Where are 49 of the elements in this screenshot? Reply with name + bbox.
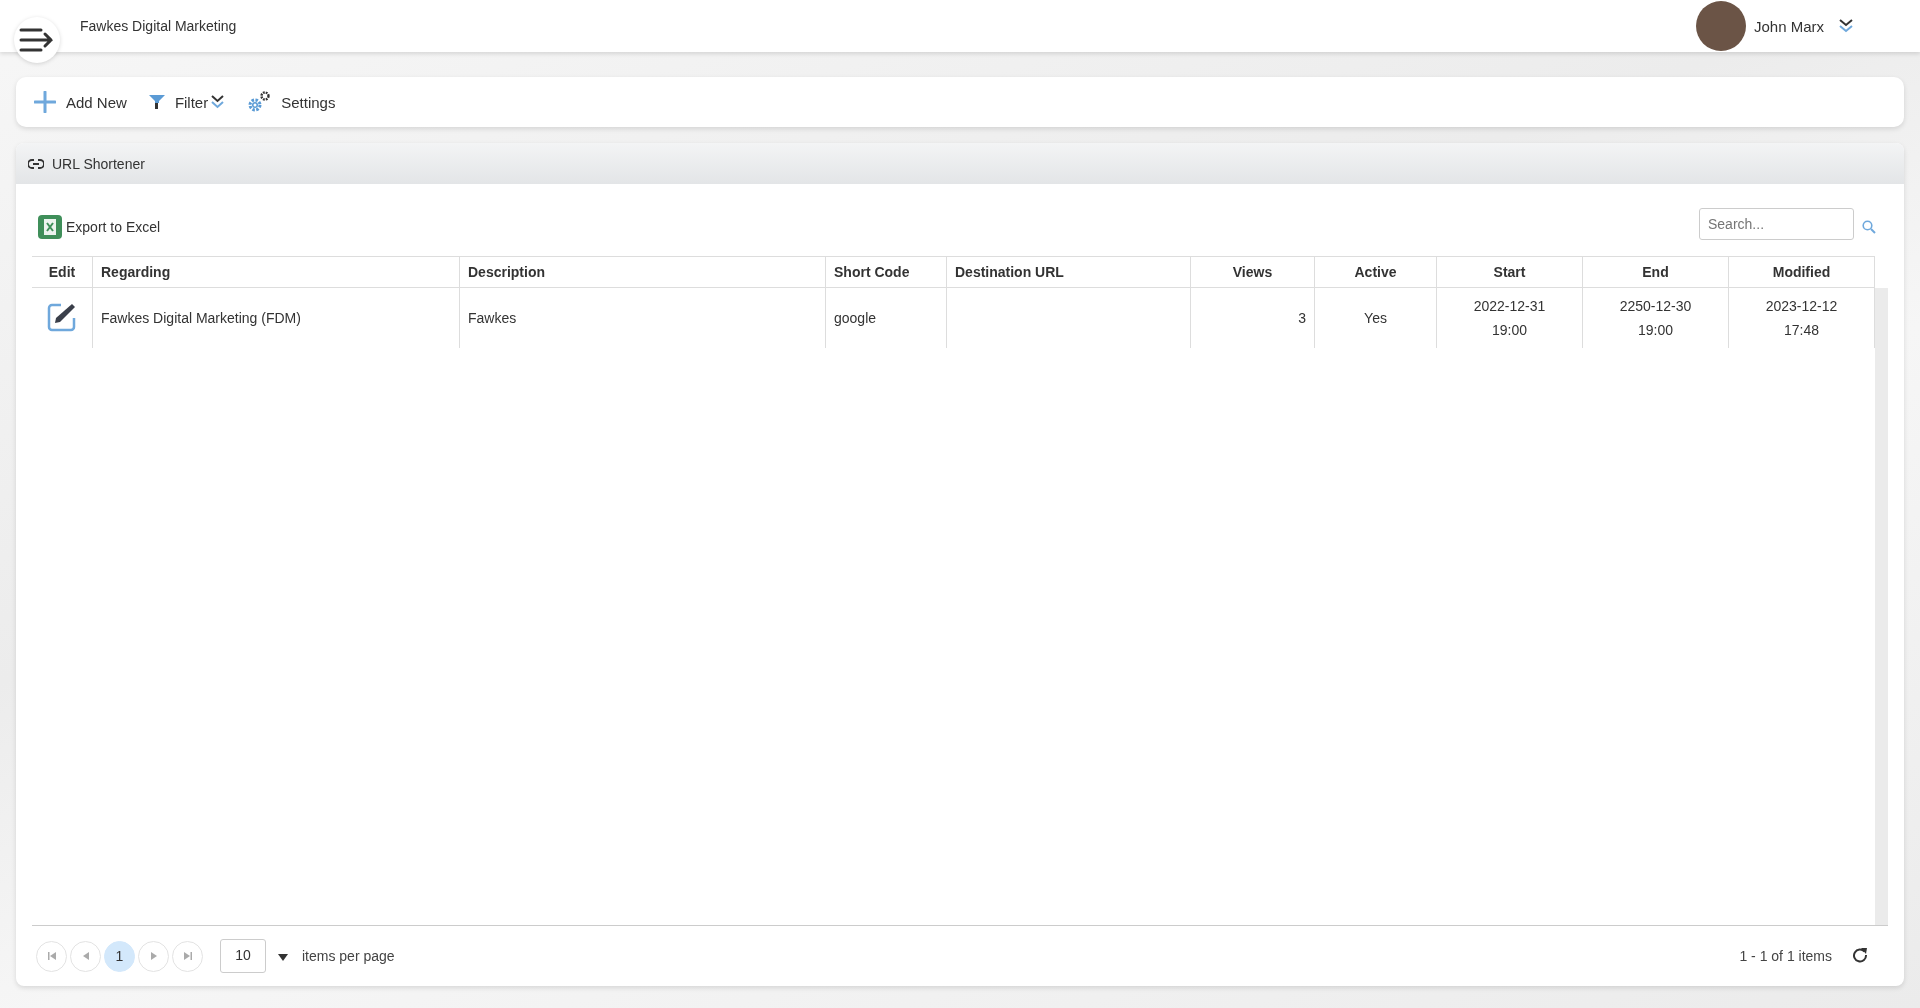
export-button[interactable]: Export to Excel	[32, 215, 161, 239]
search-field[interactable]: Search...	[1699, 208, 1854, 240]
table-cell: Fawkes Digital Marketing (FDM)	[93, 288, 460, 348]
table-cell: google	[826, 288, 947, 348]
avatar	[1695, 1, 1746, 51]
column-header: Regarding	[93, 256, 460, 288]
column-header: Edit	[32, 256, 93, 288]
column-header: Short Code	[826, 256, 947, 288]
gears-icon	[247, 91, 272, 113]
first-page-icon	[46, 951, 57, 961]
last-page-button[interactable]	[172, 940, 203, 972]
excel-icon	[38, 215, 62, 239]
user-menu[interactable]: John Marx	[1753, 17, 1854, 35]
table-cell: 2022-12-31 19:00	[1437, 288, 1583, 348]
previous-page-button[interactable]	[70, 940, 101, 972]
items-per-page-label: items per page	[302, 948, 395, 964]
table-cell: Yes	[1315, 288, 1437, 348]
table-cell: 2250-12-30 19:00	[1583, 288, 1729, 348]
previous-icon	[81, 951, 90, 961]
column-header: Destination URL	[947, 256, 1191, 288]
menu-button[interactable]	[14, 17, 60, 63]
link-icon	[28, 158, 44, 169]
column-header: End	[1583, 256, 1729, 288]
scrollbar[interactable]	[1875, 288, 1888, 925]
add-button[interactable]: Add New	[34, 91, 127, 113]
next-icon	[149, 951, 158, 961]
table-cell: Fawkes	[460, 288, 826, 348]
column-header: Active	[1315, 256, 1437, 288]
filter-icon	[148, 95, 165, 109]
page-size-field[interactable]: 10	[220, 939, 266, 973]
settings-button[interactable]: Settings	[247, 91, 336, 113]
table-cell: 3	[1191, 288, 1315, 348]
search-icon[interactable]	[1862, 220, 1876, 234]
column-header: Modified	[1729, 256, 1875, 288]
last-page-icon	[182, 951, 193, 961]
panel-title: URL Shortener	[52, 155, 145, 172]
plus-icon	[34, 91, 56, 113]
pager-info: 1 - 1 of 1 items	[1739, 948, 1832, 964]
first-page-button[interactable]	[36, 940, 67, 972]
column-header: Views	[1191, 256, 1315, 288]
column-header: Description	[460, 256, 826, 288]
menu-icon	[19, 27, 55, 53]
chevron-icon	[210, 95, 226, 109]
column-header: Start	[1437, 256, 1583, 288]
chevron-icon	[1838, 19, 1854, 33]
next-page-button[interactable]	[138, 940, 169, 972]
filter-button[interactable]: Filter	[148, 93, 226, 111]
company-name: Fawkes Digital Marketing	[80, 18, 237, 34]
page-button[interactable]: 1	[104, 940, 135, 972]
